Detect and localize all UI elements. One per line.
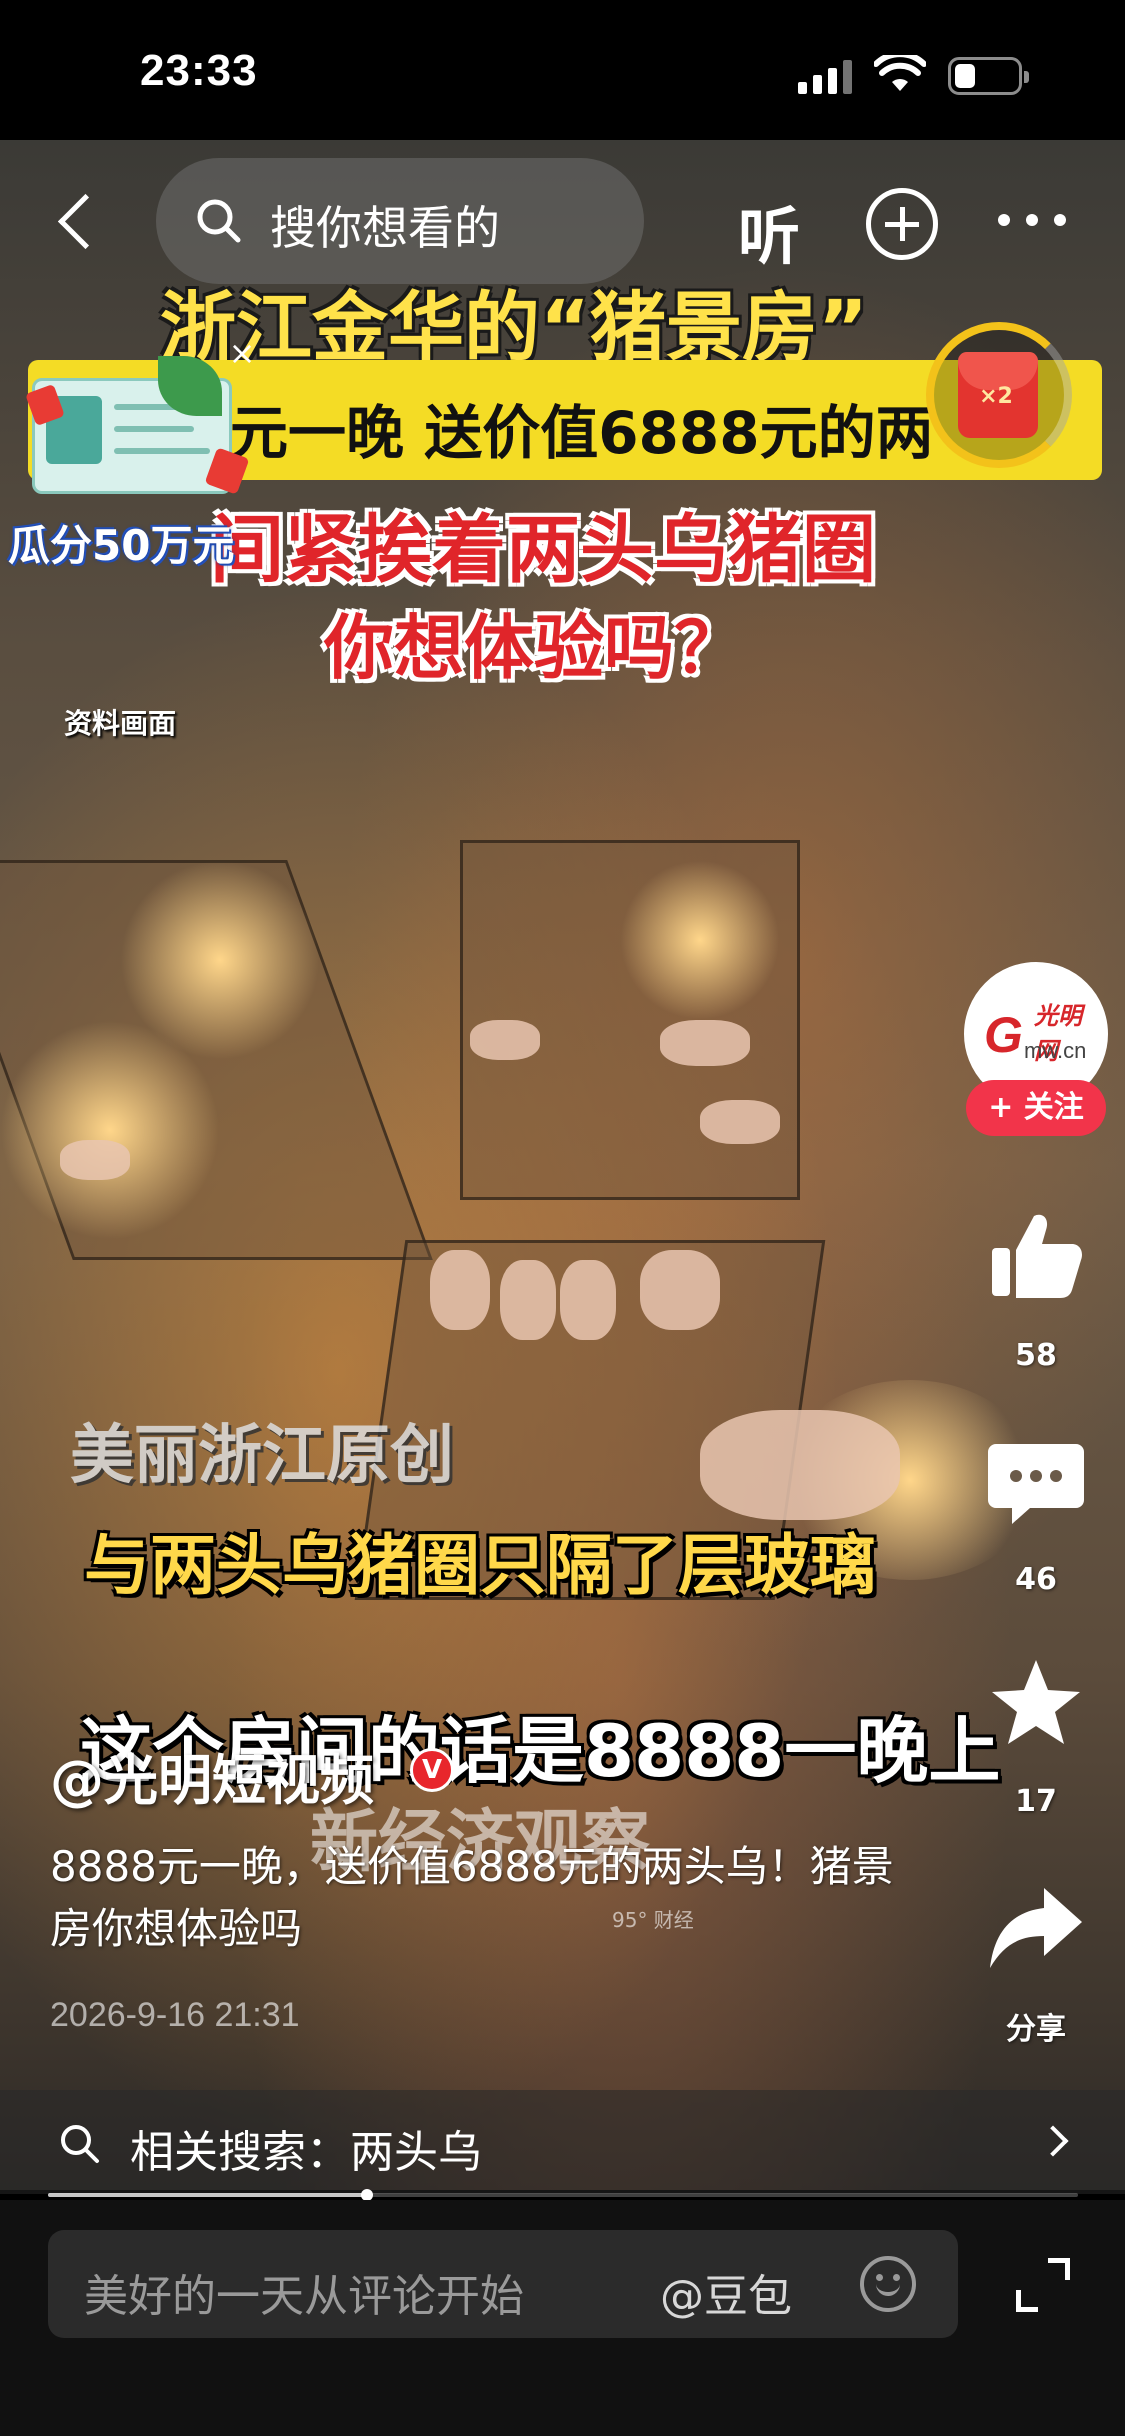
heat-lamp-glow: [0, 1020, 220, 1240]
comment-input[interactable]: 美好的一天从评论开始 @豆包: [48, 2230, 958, 2338]
pig: [700, 1410, 900, 1520]
author-name[interactable]: @光明短视频: [50, 1736, 374, 1815]
battery-icon: [948, 57, 1029, 95]
avatar-logo-letter: G: [984, 1007, 1023, 1063]
promo-label[interactable]: 瓜分50万元: [8, 512, 234, 573]
reward-multiplier: ×2: [979, 384, 1013, 409]
video-description[interactable]: 8888元一晚，送价值6888元的两头乌！猪景房你想体验吗: [50, 1836, 930, 1960]
status-time: 23:33: [140, 46, 258, 95]
share-label: 分享: [1006, 2012, 1066, 2047]
avatar-logo-domain: mw.cn: [1024, 1038, 1087, 1063]
add-button[interactable]: [866, 188, 938, 260]
search-placeholder: 搜你想看的: [270, 201, 500, 255]
original-label: 美丽浙江原创: [70, 1419, 454, 1493]
more-options-button[interactable]: [998, 214, 1070, 228]
like-icon[interactable]: [986, 1206, 1086, 1306]
video-progress-bar[interactable]: [48, 2189, 1078, 2201]
pig: [660, 1020, 750, 1066]
comment-count: 46: [1015, 1562, 1057, 1597]
comment-icon[interactable]: [986, 1430, 1086, 1530]
pig: [640, 1250, 720, 1330]
comment-placeholder: 美好的一天从评论开始: [84, 2271, 524, 2322]
chevron-right-icon: [1037, 2125, 1069, 2157]
favorite-count: 17: [1015, 1784, 1057, 1819]
video-caption-glass: 与两头乌猪圈只隔了层玻璃: [84, 1527, 876, 1604]
wifi-icon: [874, 55, 926, 91]
mention-button[interactable]: @豆包: [660, 2260, 792, 2324]
heat-lamp-glow: [620, 860, 780, 1020]
pig: [500, 1260, 556, 1340]
fullscreen-icon[interactable]: [1016, 2258, 1070, 2312]
progress-fill: [48, 2193, 368, 2197]
follow-button[interactable]: + 关注: [966, 1080, 1106, 1136]
video-caption-red-line2: 你想体验吗？: [324, 607, 744, 689]
video-caption-red-line1: 间紧挨着两头乌猪圈: [210, 507, 876, 593]
status-bar: 23:33: [0, 0, 1125, 140]
like-count: 58: [1015, 1338, 1057, 1373]
promo-close-button[interactable]: ×: [222, 333, 262, 373]
favorite-star-icon[interactable]: [986, 1654, 1086, 1754]
share-icon[interactable]: [986, 1878, 1086, 1978]
search-icon: [197, 199, 241, 243]
video-caption-band-text: 元一晚 送价值6888元的两: [230, 399, 934, 467]
archive-footage-label: 资料画面: [64, 707, 177, 740]
cellular-signal-icon: [798, 60, 854, 94]
related-search-text: 相关搜索：两头乌: [130, 2127, 482, 2178]
search-icon: [61, 2125, 99, 2163]
verified-badge-icon: V: [410, 1748, 454, 1792]
pig: [560, 1260, 616, 1340]
pig: [700, 1100, 780, 1144]
listen-button[interactable]: 听: [738, 186, 800, 276]
emoji-icon[interactable]: [860, 2256, 916, 2312]
pig: [470, 1020, 540, 1060]
back-button[interactable]: [48, 180, 108, 260]
related-search-bar[interactable]: 相关搜索：两头乌: [0, 2090, 1125, 2194]
pig: [60, 1140, 130, 1180]
publish-date: 2026-9-16 21:31: [50, 1996, 300, 2034]
pig: [430, 1250, 490, 1330]
